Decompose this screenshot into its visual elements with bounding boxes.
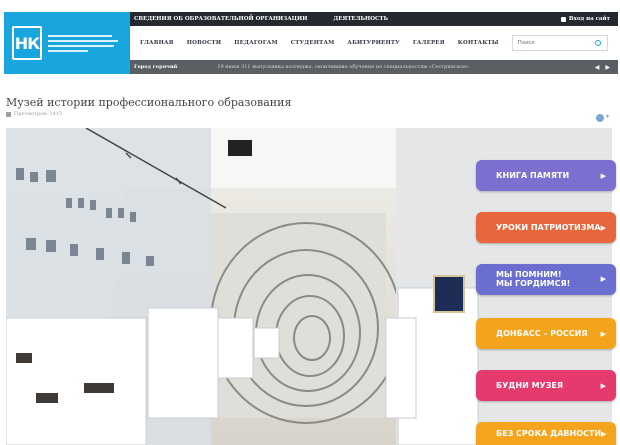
arrow-right-icon: ▶	[600, 274, 606, 283]
no-statute-of-limitations-button[interactable]: БЕЗ СРОКА ДАВНОСТИ ▶	[476, 422, 616, 445]
book-of-memory-button[interactable]: КНИГА ПАМЯТИ ▶	[476, 160, 616, 191]
nav-item-students[interactable]: СТУДЕНТАМ	[291, 40, 335, 46]
nav-item-applicants[interactable]: АБИТУРИЕНТУ	[347, 40, 399, 46]
donbass-russia-button[interactable]: ДОНБАСС – РОССИЯ ▶	[476, 318, 616, 349]
logo-mark: НК	[12, 26, 42, 60]
topbar-link-activity[interactable]: ДЕЯТЕЛЬНОСТЬ	[333, 16, 388, 22]
nav-item-contacts[interactable]: КОНТАКТЫ	[458, 40, 499, 46]
college-logo[interactable]: НК	[4, 12, 130, 74]
lock-icon	[560, 16, 566, 22]
chevron-down-icon[interactable]: ▾	[606, 113, 609, 120]
page-meta: Просмотров: 1415	[6, 111, 62, 117]
news-ticker: Город горячий 19 июня 311 выпускника кол…	[130, 60, 618, 74]
nav-item-home[interactable]: ГЛАВНАЯ	[140, 40, 174, 46]
ticker-next-icon[interactable]: ▶	[605, 64, 610, 71]
museum-days-button[interactable]: БУДНИ МУЗЕЯ ▶	[476, 370, 616, 401]
ticker-text[interactable]: 19 июня 311 выпускника колледжа, окончив…	[217, 64, 577, 70]
arrow-right-icon: ▶	[600, 381, 606, 390]
arrow-right-icon: ▶	[600, 329, 606, 338]
ticker-label: Город горячий	[134, 64, 178, 70]
we-remember-label: МЫ ПОМНИМ! МЫ ГОРДИМСЯ!	[496, 270, 571, 288]
arrow-right-icon: ▶	[600, 223, 606, 232]
nav-item-teachers[interactable]: ПЕДАГОГАМ	[234, 40, 278, 46]
nav-item-news[interactable]: НОВОСТИ	[187, 40, 222, 46]
topbar-link-organization-info[interactable]: СВЕДЕНИЯ ОБ ОБРАЗОВАТЕЛЬНОЙ ОРГАНИЗАЦИИ	[134, 16, 307, 22]
donbass-russia-label: ДОНБАСС – РОССИЯ	[496, 329, 588, 338]
museum-days-label: БУДНИ МУЗЕЯ	[496, 381, 564, 390]
arrow-right-icon: ▶	[601, 429, 607, 438]
we-remember-line2: МЫ ГОРДИМСЯ!	[496, 278, 571, 288]
ticker-controls: ◀ ▶	[595, 64, 610, 71]
main-navigation: ГЛАВНАЯ НОВОСТИ ПЕДАГОГАМ СТУДЕНТАМ АБИТ…	[130, 26, 618, 60]
calendar-icon	[6, 111, 11, 117]
nav-item-gallery[interactable]: ГАЛЕРЕЯ	[413, 40, 445, 46]
login-link[interactable]: Вход на сайт	[560, 16, 610, 22]
patriotism-lessons-label: УРОКИ ПАТРИОТИЗМА	[496, 223, 601, 232]
page-date: Просмотров: 1415	[14, 111, 63, 117]
search-icon[interactable]	[595, 40, 601, 46]
share-icon[interactable]	[596, 114, 604, 122]
no-statute-label: БЕЗ СРОКА ДАВНОСТИ	[496, 429, 602, 438]
top-bar: СВЕДЕНИЯ ОБ ОБРАЗОВАТЕЛЬНОЙ ОРГАНИЗАЦИИ …	[130, 12, 618, 26]
search-input[interactable]	[512, 40, 595, 46]
search-box	[511, 35, 608, 51]
login-label: Вход на сайт	[568, 16, 610, 22]
page-title: Музей истории профессионального образова…	[6, 96, 292, 109]
ticker-prev-icon[interactable]: ◀	[595, 64, 600, 71]
we-remember-button[interactable]: МЫ ПОМНИМ! МЫ ГОРДИМСЯ! ▶	[476, 264, 616, 295]
book-of-memory-label: КНИГА ПАМЯТИ	[496, 171, 570, 180]
patriotism-lessons-button[interactable]: УРОКИ ПАТРИОТИЗМА ▶	[476, 212, 616, 243]
arrow-right-icon: ▶	[600, 171, 606, 180]
logo-text-lines	[48, 34, 118, 52]
